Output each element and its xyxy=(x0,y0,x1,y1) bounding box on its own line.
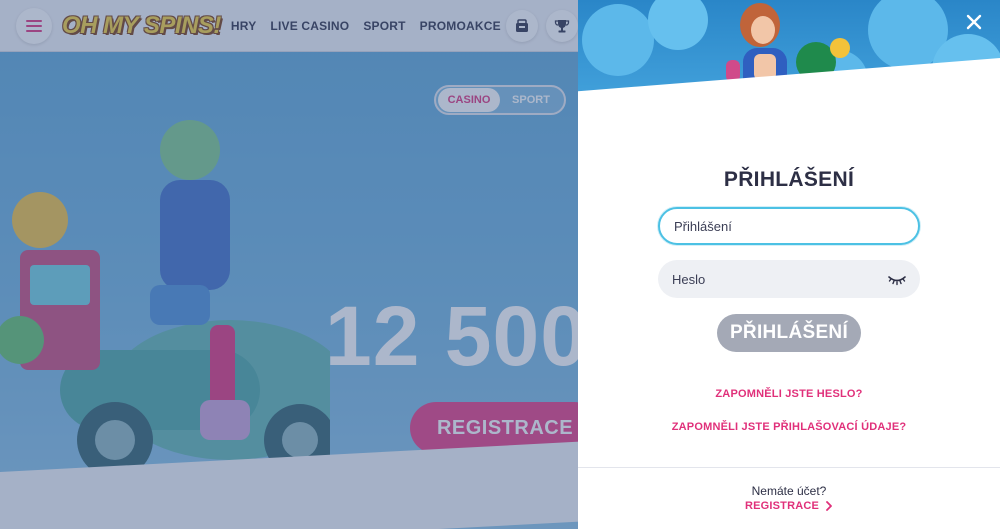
close-icon[interactable] xyxy=(962,10,986,34)
username-field xyxy=(658,207,920,245)
register-link-label[interactable]: REGISTRACE xyxy=(745,500,819,512)
forgot-password-link[interactable]: ZAPOMNĚLI JSTE HESLO? xyxy=(578,388,1000,400)
forgot-login-details-link[interactable]: ZAPOMNĚLI JSTE PŘIHLAŠOVACÍ ÚDAJE? xyxy=(578,421,1000,433)
eye-closed-icon[interactable] xyxy=(888,272,906,286)
panel-divider xyxy=(578,467,1000,468)
username-input[interactable] xyxy=(674,218,904,234)
login-submit-button[interactable]: PŘIHLÁŠENÍ xyxy=(717,314,861,352)
login-panel: PŘIHLÁŠENÍ PŘIHLÁŠENÍ ZAPOMNĚLI JSTE HES… xyxy=(578,0,1000,529)
chevron-right-icon xyxy=(826,501,832,511)
login-title: PŘIHLÁŠENÍ xyxy=(723,168,855,191)
password-input[interactable] xyxy=(672,271,906,287)
login-hero-banner xyxy=(578,0,1000,124)
no-account-text: Nemáte účet? xyxy=(751,484,827,498)
register-link[interactable]: REGISTRACE xyxy=(578,500,1000,512)
password-field xyxy=(658,260,920,298)
